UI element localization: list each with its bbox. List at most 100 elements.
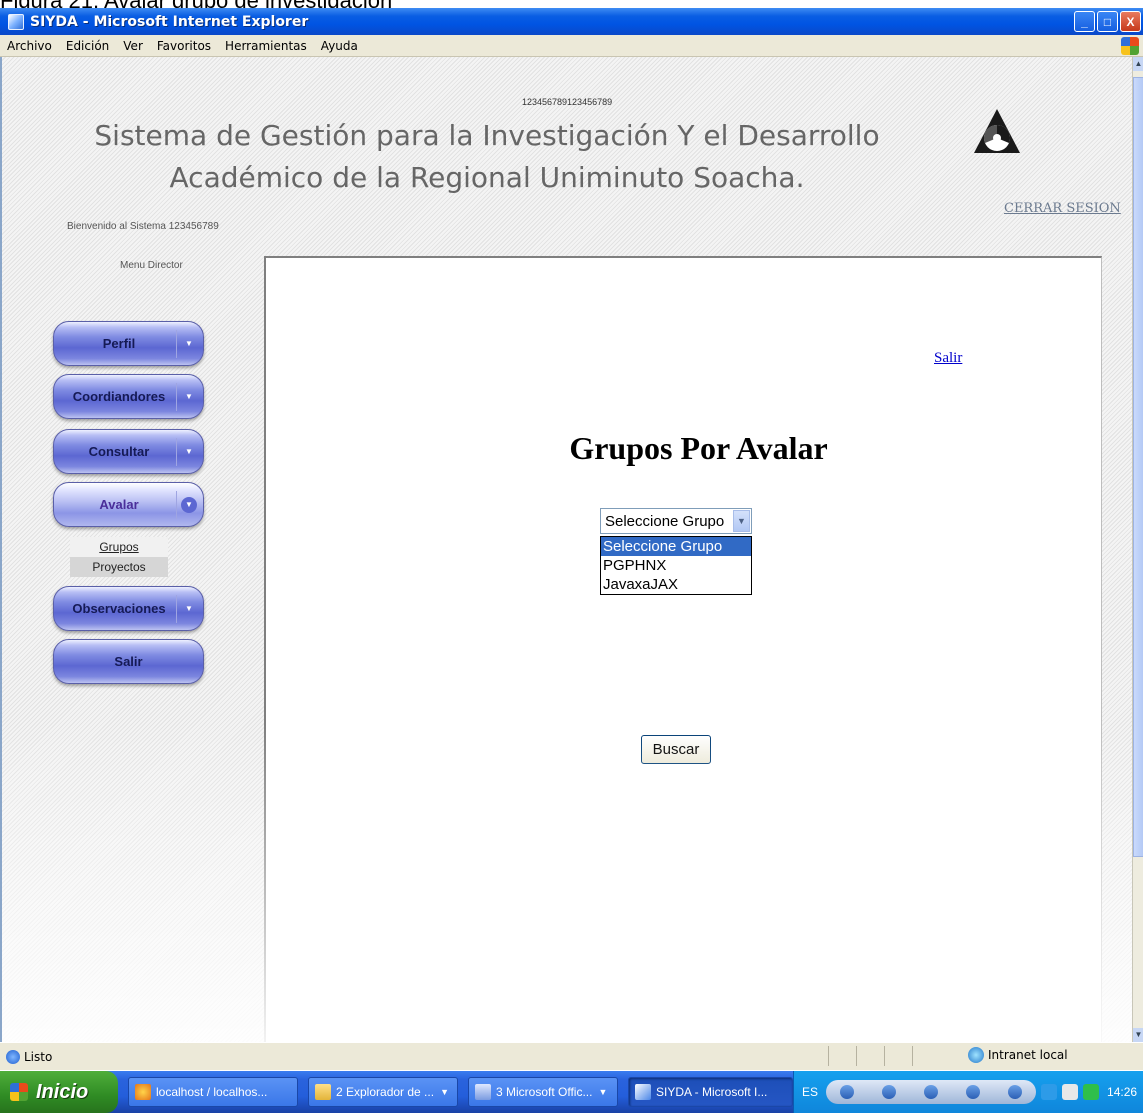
stop-icon[interactable] xyxy=(840,1085,855,1099)
messenger-icon[interactable] xyxy=(1062,1084,1079,1100)
scroll-thumb[interactable] xyxy=(1133,77,1143,857)
window-titlebar[interactable]: SIYDA - Microsoft Internet Explorer _ □ … xyxy=(0,8,1143,35)
group-select[interactable]: Seleccione Grupo ▼ xyxy=(600,508,752,534)
divider xyxy=(176,437,177,466)
folder-icon xyxy=(315,1084,331,1100)
menu-ver[interactable]: Ver xyxy=(116,39,150,53)
content-panel: Salir Grupos Por Avalar Seleccione Grupo… xyxy=(264,256,1102,1042)
chevron-down-icon[interactable]: ▼ xyxy=(733,510,750,532)
task-label: SIYDA - Microsoft I... xyxy=(656,1085,768,1099)
chevron-down-icon: ▼ xyxy=(181,496,197,513)
welcome-text: Bienvenido al Sistema 123456789 xyxy=(67,221,219,232)
submenu-proyectos[interactable]: Proyectos xyxy=(70,557,168,577)
screenshot-frame: Figura 21. Avalar grupo de investigación… xyxy=(0,0,1143,1113)
start-label: Inicio xyxy=(36,1080,89,1103)
nav-observaciones[interactable]: Observaciones ▼ xyxy=(53,586,204,631)
next-icon[interactable] xyxy=(966,1085,981,1099)
nav-label: Observaciones xyxy=(72,601,166,616)
menu-herramientas[interactable]: Herramientas xyxy=(218,39,314,53)
security-icon[interactable] xyxy=(1083,1084,1100,1100)
nav-salir[interactable]: Salir xyxy=(53,639,204,684)
page-title: Sistema de Gestión para la Investigación… xyxy=(94,119,880,194)
globe-icon xyxy=(968,1047,984,1063)
user-id: 123456789123456789 xyxy=(522,97,613,107)
status-cells xyxy=(828,1046,940,1066)
menu-archivo[interactable]: Archivo xyxy=(0,39,59,53)
windows-flag-icon xyxy=(10,1083,28,1101)
security-zone: Intranet local xyxy=(968,1047,1068,1063)
word-icon xyxy=(475,1084,491,1100)
exit-link[interactable]: Salir xyxy=(934,350,962,367)
logout-link[interactable]: CERRAR SESION xyxy=(1004,201,1121,216)
language-indicator[interactable]: ES xyxy=(802,1085,818,1099)
chevron-down-icon: ▼ xyxy=(185,338,193,348)
window-controls: _ □ X xyxy=(1074,11,1141,32)
content-title: Grupos Por Avalar xyxy=(569,430,828,466)
submenu-grupos[interactable]: Grupos xyxy=(70,537,168,557)
vertical-scrollbar[interactable]: ▲ ▼ xyxy=(1132,57,1143,1042)
nav-label: Consultar xyxy=(88,444,150,459)
ie-icon xyxy=(8,13,24,30)
nav-label: Salir xyxy=(114,654,143,669)
nav-label: Perfil xyxy=(102,336,136,351)
minimize-button[interactable]: _ xyxy=(1074,11,1095,32)
scroll-up-icon[interactable]: ▲ xyxy=(1133,57,1143,71)
menu-ayuda[interactable]: Ayuda xyxy=(314,39,365,53)
start-button[interactable]: Inicio xyxy=(0,1071,118,1113)
nav-label: Avalar xyxy=(99,497,139,512)
media-player-controls[interactable] xyxy=(826,1080,1037,1104)
menu-bar: Archivo Edición Ver Favoritos Herramient… xyxy=(0,35,1143,57)
clock: 14:26 xyxy=(1107,1085,1138,1099)
chevron-down-icon: ▼ xyxy=(598,1087,608,1097)
network-icon[interactable] xyxy=(1041,1084,1058,1100)
divider xyxy=(176,329,177,358)
chevron-down-icon: ▼ xyxy=(185,603,193,613)
pause-icon[interactable] xyxy=(924,1085,939,1099)
volume-icon[interactable] xyxy=(1008,1085,1023,1099)
nav-label: Coordiandores xyxy=(72,389,166,404)
task-label: 2 Explorador de ... xyxy=(336,1085,435,1099)
option-item[interactable]: JavaxaJAX xyxy=(601,575,751,594)
chevron-down-icon: ▼ xyxy=(185,446,193,456)
maximize-button[interactable]: □ xyxy=(1097,11,1118,32)
task-siyda[interactable]: SIYDA - Microsoft I... xyxy=(628,1077,793,1107)
nav-consultar[interactable]: Consultar ▼ xyxy=(53,429,204,474)
browser-icon xyxy=(135,1084,151,1100)
windows-logo-icon xyxy=(1121,37,1139,55)
chevron-down-icon: ▼ xyxy=(440,1087,449,1097)
group-options-list: Seleccione Grupo PGPHNX JavaxaJAX xyxy=(600,536,752,595)
zone-text: Intranet local xyxy=(988,1048,1068,1062)
option-item[interactable]: Seleccione Grupo xyxy=(601,537,751,556)
task-explorer[interactable]: 2 Explorador de ... ▼ xyxy=(308,1077,458,1107)
task-office[interactable]: 3 Microsoft Offic... ▼ xyxy=(468,1077,618,1107)
menu-favoritos[interactable]: Favoritos xyxy=(150,39,218,53)
window-title: SIYDA - Microsoft Internet Explorer xyxy=(30,13,309,30)
search-button[interactable]: Buscar xyxy=(641,735,711,764)
nav-avalar[interactable]: Avalar ▼ xyxy=(53,482,204,527)
status-bar: Listo Intranet local xyxy=(0,1042,1143,1070)
nav-coordinadores[interactable]: Coordiandores ▼ xyxy=(53,374,204,419)
status-cell xyxy=(884,1046,912,1066)
chevron-down-icon: ▼ xyxy=(185,391,193,401)
web-page: 123456789123456789 Sistema de Gestión pa… xyxy=(0,57,1132,1042)
option-item[interactable]: PGPHNX xyxy=(601,556,751,575)
close-button[interactable]: X xyxy=(1120,11,1141,32)
task-label: 3 Microsoft Offic... xyxy=(496,1085,593,1099)
previous-icon[interactable] xyxy=(882,1085,897,1099)
task-localhost[interactable]: localhost / localhos... xyxy=(128,1077,298,1107)
menu-title: Menu Director xyxy=(120,260,183,271)
status-cell xyxy=(912,1046,940,1066)
select-value: Seleccione Grupo xyxy=(605,512,725,530)
menu-edicion[interactable]: Edición xyxy=(59,39,116,53)
task-label: localhost / localhos... xyxy=(156,1085,268,1099)
page-icon xyxy=(6,1049,20,1064)
uniminuto-logo xyxy=(974,109,1020,153)
divider xyxy=(176,382,177,411)
nav-perfil[interactable]: Perfil ▼ xyxy=(53,321,204,366)
status-cell xyxy=(856,1046,884,1066)
scroll-down-icon[interactable]: ▼ xyxy=(1133,1028,1143,1042)
status-text: Listo xyxy=(24,1049,53,1064)
status-cell xyxy=(828,1046,856,1066)
system-tray: ES 14:26 xyxy=(793,1071,1143,1113)
divider xyxy=(176,594,177,623)
